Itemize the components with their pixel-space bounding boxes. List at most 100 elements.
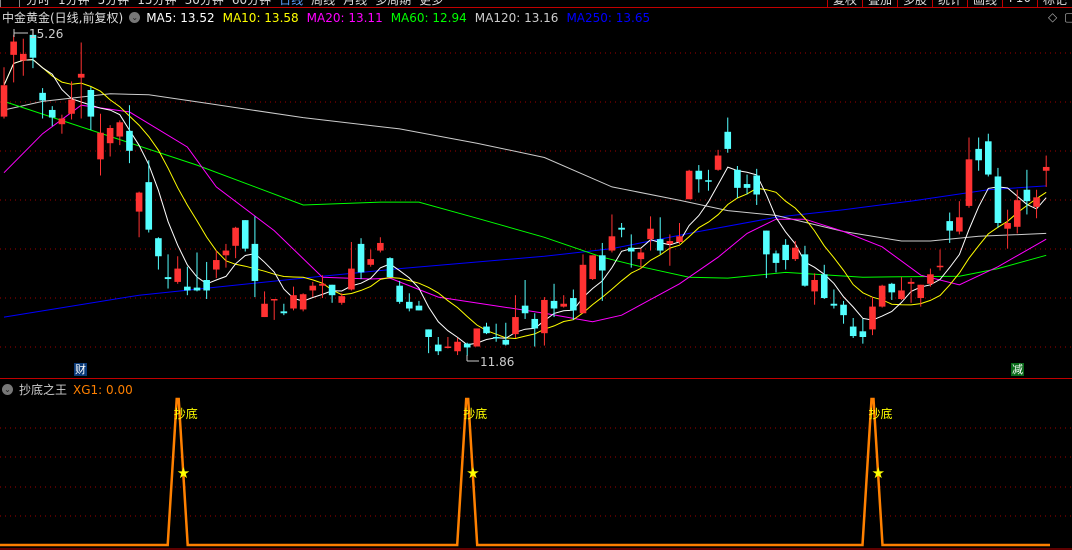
candle-up bbox=[261, 303, 268, 318]
candle-down bbox=[396, 285, 403, 302]
candle-up bbox=[454, 341, 461, 352]
price-extreme-label: 15.26 bbox=[29, 27, 63, 41]
candle-up bbox=[917, 284, 925, 299]
candle-up bbox=[579, 264, 587, 314]
candle-up bbox=[512, 317, 519, 335]
candle-up bbox=[685, 170, 693, 200]
candle-up bbox=[135, 192, 143, 212]
candle-down bbox=[280, 311, 288, 314]
candle-down bbox=[734, 169, 741, 188]
candle-down bbox=[502, 339, 510, 345]
candle-up bbox=[473, 328, 481, 347]
candle-up bbox=[319, 283, 326, 286]
candle-down bbox=[39, 92, 46, 101]
candle-down bbox=[357, 243, 365, 273]
candle-down bbox=[203, 280, 210, 291]
candle-up bbox=[927, 274, 934, 284]
candle-down bbox=[126, 130, 133, 151]
candle-up bbox=[20, 53, 27, 61]
candle-down bbox=[975, 148, 982, 161]
star-icon: ★ bbox=[872, 464, 885, 482]
candle-up bbox=[174, 268, 181, 282]
candle-down bbox=[1023, 189, 1031, 202]
candle-down bbox=[946, 221, 953, 231]
candle-down bbox=[570, 298, 577, 311]
candle-up bbox=[77, 73, 85, 78]
candle-down bbox=[695, 170, 703, 180]
signal-label: 抄底 bbox=[869, 406, 893, 421]
candle-down bbox=[705, 180, 712, 182]
candle-up bbox=[541, 299, 548, 334]
candle-down bbox=[483, 326, 490, 334]
candle-up bbox=[232, 227, 239, 246]
candle-up bbox=[965, 159, 973, 206]
candle-up bbox=[309, 285, 317, 291]
candle-down bbox=[434, 344, 442, 352]
star-icon: ★ bbox=[466, 464, 479, 482]
price-extreme-label: 11.86 bbox=[480, 355, 514, 369]
candle-up bbox=[116, 122, 124, 137]
candle-down bbox=[193, 287, 201, 291]
candle-up bbox=[907, 281, 915, 284]
signal-label: 抄底 bbox=[174, 406, 198, 421]
candle-up bbox=[714, 155, 722, 170]
candle-up bbox=[869, 306, 876, 330]
candle-up bbox=[1013, 200, 1021, 227]
candle-down bbox=[656, 239, 664, 251]
candle-down bbox=[618, 227, 625, 230]
candle-up bbox=[367, 259, 374, 265]
candle-up bbox=[956, 217, 963, 232]
candle-up bbox=[560, 303, 567, 307]
dropdown-circle-icon[interactable]: ⌄ bbox=[2, 384, 13, 395]
candle-down bbox=[859, 331, 867, 337]
candle-down bbox=[830, 303, 838, 306]
candle-down bbox=[521, 305, 529, 314]
candle-down bbox=[425, 329, 432, 337]
candle-down bbox=[492, 337, 500, 339]
candle-down bbox=[994, 176, 1002, 223]
candle-down bbox=[849, 326, 857, 337]
reduce-marker[interactable]: 减 bbox=[1011, 363, 1024, 376]
candle-up bbox=[898, 290, 905, 299]
candle-down bbox=[888, 283, 896, 293]
candle-up bbox=[0, 85, 8, 117]
candle-down bbox=[724, 131, 732, 149]
candle-up bbox=[299, 294, 307, 310]
panel-separator[interactable] bbox=[0, 378, 1072, 379]
candle-up bbox=[444, 346, 452, 348]
candle-down bbox=[406, 301, 413, 309]
ma120-line bbox=[3, 93, 1047, 242]
candle-up bbox=[1042, 166, 1050, 171]
chart-canvas[interactable]: 15.26 11.86 抄底 ★ 抄底 ★ 抄底 ★ bbox=[0, 0, 1072, 550]
indicator-title: 抄底之王 bbox=[19, 383, 68, 397]
candle-down bbox=[782, 244, 789, 261]
candle-down bbox=[985, 141, 992, 175]
candle-down bbox=[463, 343, 471, 348]
candle-up bbox=[676, 236, 683, 242]
candle-up bbox=[647, 228, 654, 240]
star-icon: ★ bbox=[177, 464, 190, 482]
candle-up bbox=[10, 41, 17, 55]
candle-down bbox=[48, 109, 56, 118]
candle-up bbox=[811, 280, 818, 292]
candle-down bbox=[820, 274, 828, 299]
candle-down bbox=[386, 258, 394, 278]
candle-up bbox=[637, 252, 645, 260]
candle-up bbox=[1004, 223, 1011, 229]
candle-down bbox=[251, 243, 259, 281]
candle-down bbox=[155, 238, 162, 257]
candle-up bbox=[792, 247, 799, 260]
candle-down bbox=[164, 277, 172, 280]
candle-down bbox=[87, 90, 95, 117]
candle-up bbox=[589, 255, 596, 280]
signal-label: 抄底 bbox=[463, 406, 487, 421]
candle-up bbox=[270, 299, 278, 301]
finance-marker[interactable]: 财 bbox=[74, 363, 87, 376]
candle-up bbox=[348, 268, 355, 290]
candle-down bbox=[415, 305, 423, 311]
candle-down bbox=[763, 230, 770, 255]
candle-up bbox=[222, 250, 230, 256]
candle-up bbox=[58, 118, 66, 125]
candle-down bbox=[840, 304, 847, 316]
indicator-header: ⌄ 抄底之王 XG1: 0.00 bbox=[2, 381, 133, 398]
